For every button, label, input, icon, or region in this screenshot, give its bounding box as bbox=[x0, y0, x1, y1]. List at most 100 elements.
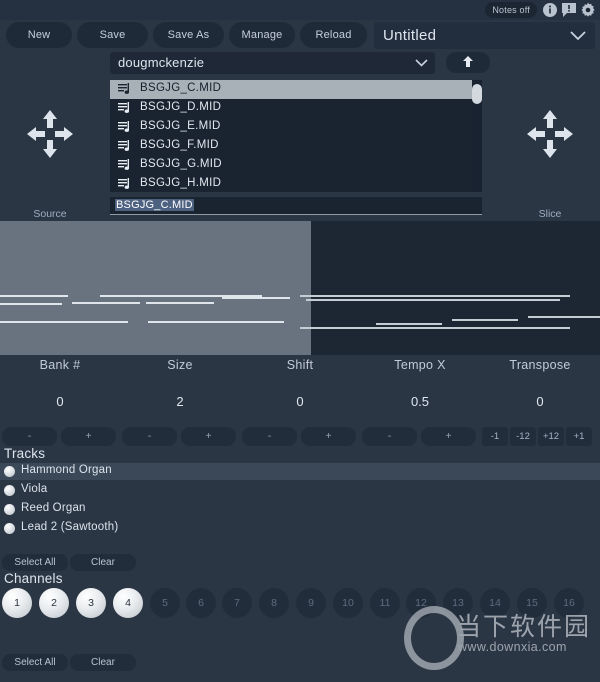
midi-plugin-window: Notes off New Save Save As Manage Reload… bbox=[0, 0, 600, 682]
list-item[interactable]: BSGJG_H.MID bbox=[110, 175, 482, 192]
message-icon[interactable] bbox=[561, 2, 577, 18]
tempo-plus-button[interactable]: + bbox=[421, 427, 476, 446]
channel-button-15[interactable]: 15 bbox=[517, 588, 547, 618]
track-name: Reed Organ bbox=[21, 502, 86, 514]
unselected-region bbox=[311, 221, 600, 355]
track-name: Hammond Organ bbox=[21, 464, 112, 476]
midi-note bbox=[0, 321, 128, 323]
midi-preview[interactable] bbox=[0, 221, 600, 355]
track-row[interactable]: Viola bbox=[0, 482, 600, 499]
midi-note bbox=[72, 302, 140, 304]
source-label: Source bbox=[33, 208, 67, 220]
channels-section-title: Channels bbox=[4, 571, 63, 586]
tracks-clear-button[interactable]: Clear bbox=[70, 554, 136, 571]
folder-dropdown[interactable]: dougmckenzie bbox=[110, 52, 435, 74]
transpose-minus-12-button[interactable]: -12 bbox=[510, 427, 536, 446]
transpose-plus-1-button[interactable]: +1 bbox=[566, 427, 592, 446]
track-toggle-dot[interactable] bbox=[4, 466, 15, 477]
param-value-tempo: 0.5 bbox=[410, 394, 430, 409]
bank-minus-button[interactable]: - bbox=[2, 427, 57, 446]
channel-button-1[interactable]: 1 bbox=[2, 588, 32, 618]
filename-input[interactable]: BSGJG_C.MID bbox=[110, 197, 482, 215]
midi-note bbox=[146, 302, 214, 304]
param-label-tempo: Tempo X bbox=[394, 358, 446, 372]
track-toggle-dot[interactable] bbox=[4, 523, 15, 534]
save-as-button[interactable]: Save As bbox=[153, 22, 224, 48]
param-value-transpose: 0 bbox=[536, 394, 544, 409]
file-name: BSGJG_E.MID bbox=[140, 120, 221, 132]
channel-button-3[interactable]: 3 bbox=[76, 588, 106, 618]
watermark-url: www.downxia.com bbox=[458, 640, 567, 654]
channels-clear-button[interactable]: Clear bbox=[70, 654, 136, 671]
list-item[interactable]: BSGJG_E.MID bbox=[110, 118, 482, 137]
channel-button-11[interactable]: 11 bbox=[370, 588, 400, 618]
param-value-shift: 0 bbox=[296, 394, 304, 409]
midi-note bbox=[0, 303, 62, 305]
list-item[interactable]: BSGJG_G.MID bbox=[110, 156, 482, 175]
param-label-shift: Shift bbox=[286, 358, 314, 372]
track-row[interactable]: Reed Organ bbox=[0, 501, 600, 518]
shift-minus-button[interactable]: - bbox=[242, 427, 297, 446]
midi-note bbox=[222, 297, 290, 299]
midi-note bbox=[306, 299, 560, 301]
channel-button-2[interactable]: 2 bbox=[39, 588, 69, 618]
transpose-plus-12-button[interactable]: +12 bbox=[538, 427, 564, 446]
shift-plus-button[interactable]: + bbox=[301, 427, 356, 446]
channel-button-5[interactable]: 5 bbox=[150, 588, 180, 618]
source-pad[interactable] bbox=[0, 105, 100, 165]
manage-button[interactable]: Manage bbox=[229, 22, 295, 48]
file-name: BSGJG_C.MID bbox=[140, 82, 222, 94]
track-row[interactable]: Lead 2 (Sawtooth) bbox=[0, 520, 600, 537]
transpose-minus-1-button[interactable]: -1 bbox=[482, 427, 508, 446]
chevron-down-icon bbox=[415, 59, 428, 67]
size-plus-button[interactable]: + bbox=[181, 427, 236, 446]
gear-icon[interactable] bbox=[580, 2, 596, 18]
channel-button-14[interactable]: 14 bbox=[480, 588, 510, 618]
file-list-scroll-thumb[interactable] bbox=[472, 84, 482, 104]
file-list[interactable]: BSGJG_C.MID BSGJG_D.MID BSGJG_E.MID BSGJ… bbox=[110, 80, 482, 192]
tempo-minus-button[interactable]: - bbox=[362, 427, 417, 446]
midi-note bbox=[452, 319, 518, 321]
track-name: Viola bbox=[21, 483, 48, 495]
folder-name: dougmckenzie bbox=[118, 55, 205, 70]
size-minus-button[interactable]: - bbox=[122, 427, 177, 446]
tracks-select-all-button[interactable]: Select All bbox=[2, 554, 68, 571]
track-toggle-dot[interactable] bbox=[4, 485, 15, 496]
upload-button[interactable] bbox=[446, 52, 490, 73]
filename-value: BSGJG_C.MID bbox=[115, 199, 194, 211]
channel-button-13[interactable]: 13 bbox=[443, 588, 473, 618]
file-name: BSGJG_H.MID bbox=[140, 177, 222, 189]
save-button[interactable]: Save bbox=[77, 22, 148, 48]
bank-plus-button[interactable]: + bbox=[61, 427, 116, 446]
info-icon[interactable] bbox=[542, 2, 558, 18]
list-item[interactable]: BSGJG_F.MID bbox=[110, 137, 482, 156]
channel-button-4[interactable]: 4 bbox=[113, 588, 143, 618]
channels-select-all-button[interactable]: Select All bbox=[2, 654, 68, 671]
list-item[interactable]: BSGJG_D.MID bbox=[110, 99, 482, 118]
channel-button-9[interactable]: 9 bbox=[296, 588, 326, 618]
selection-region bbox=[0, 221, 311, 355]
channel-button-12[interactable]: 12 bbox=[406, 588, 436, 618]
param-label-transpose: Transpose bbox=[509, 358, 571, 372]
channel-button-10[interactable]: 10 bbox=[333, 588, 363, 618]
midi-note bbox=[528, 316, 600, 318]
channel-button-16[interactable]: 16 bbox=[554, 588, 584, 618]
file-name: BSGJG_G.MID bbox=[140, 158, 222, 170]
channel-button-7[interactable]: 7 bbox=[222, 588, 252, 618]
file-name: BSGJG_D.MID bbox=[140, 101, 222, 113]
list-item[interactable]: BSGJG_C.MID bbox=[110, 80, 482, 99]
folder-row: dougmckenzie bbox=[110, 52, 490, 74]
file-name: BSGJG_F.MID bbox=[140, 139, 219, 151]
channel-button-6[interactable]: 6 bbox=[186, 588, 216, 618]
channel-button-8[interactable]: 8 bbox=[259, 588, 289, 618]
new-button[interactable]: New bbox=[6, 22, 72, 48]
midi-note bbox=[376, 323, 442, 325]
preset-selector[interactable]: Untitled bbox=[374, 22, 595, 49]
tracks-section-title: Tracks bbox=[4, 446, 46, 461]
track-toggle-dot[interactable] bbox=[4, 504, 15, 515]
track-row[interactable]: Hammond Organ bbox=[0, 463, 600, 480]
param-label-bank: Bank # bbox=[39, 358, 81, 372]
reload-button[interactable]: Reload bbox=[300, 22, 367, 48]
slice-pad[interactable] bbox=[500, 105, 600, 165]
notes-off-button[interactable]: Notes off bbox=[485, 2, 537, 18]
